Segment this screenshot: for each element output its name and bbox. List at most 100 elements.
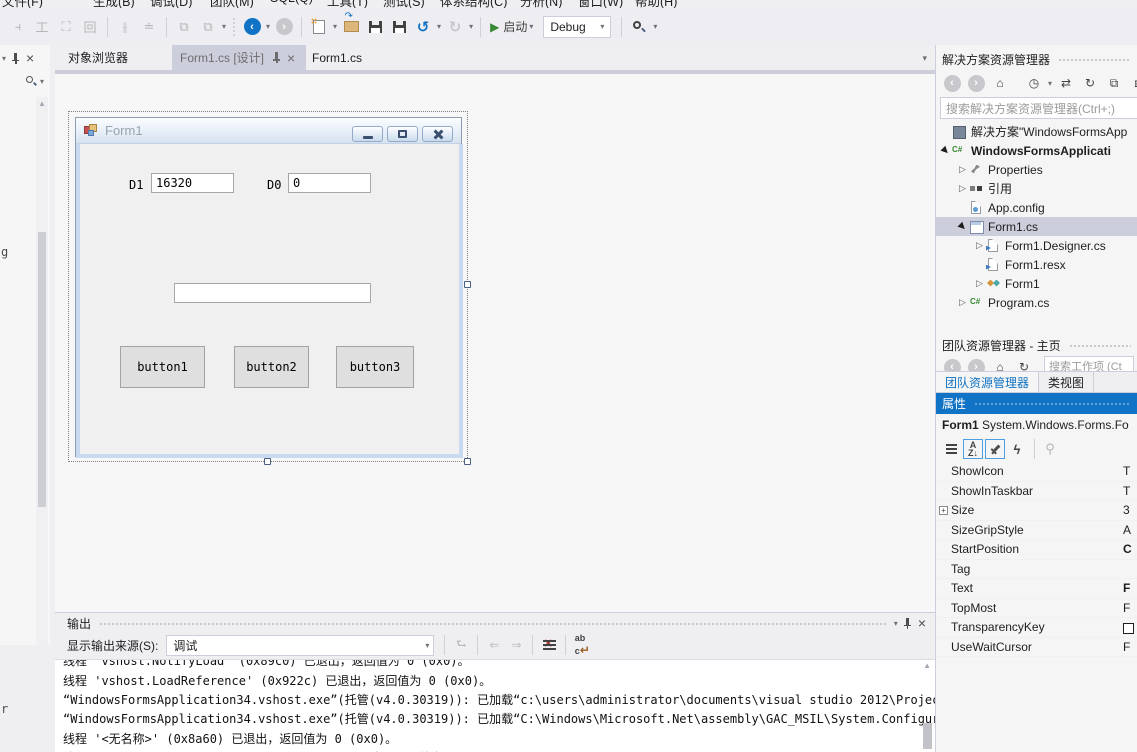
solution-config-combo[interactable]: Debug ▾ <box>543 16 611 38</box>
solution-explorer-search-input[interactable]: 搜索解决方案资源管理器(Ctrl+;) <box>940 97 1137 119</box>
property-expander-gutter[interactable]: + <box>936 505 951 515</box>
next-message-icon[interactable]: ⇒ <box>506 635 526 655</box>
team-explorer-header[interactable]: 团队资源管理器 - 主页 <box>936 335 1137 356</box>
undo-button[interactable]: ↺ <box>412 16 434 38</box>
goto-message-icon[interactable]: ⮑ <box>451 635 471 655</box>
panel-menu-chevron[interactable]: ▾ <box>894 619 898 628</box>
scroll-up-icon[interactable]: ▲ <box>38 99 46 108</box>
form-close-button[interactable] <box>422 126 453 142</box>
make-same-size-icon[interactable]: ⧉ <box>173 16 195 38</box>
panel-menu-chevron[interactable]: ▾ <box>2 54 6 63</box>
textbox-result[interactable] <box>174 283 371 303</box>
panel-drag-grip[interactable] <box>1069 344 1131 349</box>
new-item-button[interactable] <box>308 16 330 38</box>
tree-expander-icon[interactable]: ▷ <box>974 240 985 251</box>
space-vertical-icon[interactable]: ≐ <box>138 16 160 38</box>
toolbar-grip[interactable] <box>232 17 236 37</box>
property-row-Tag[interactable]: Tag <box>936 560 1137 580</box>
property-row-Text[interactable]: TextF <box>936 579 1137 599</box>
document-tab-Form1.cs [设计][interactable]: Form1.cs [设计]× <box>172 45 306 70</box>
pending-changes-icon[interactable]: ◷ <box>1023 72 1045 94</box>
document-tab-Form1.cs[interactable]: Form1.cs <box>304 45 374 70</box>
resize-handle-right[interactable] <box>464 281 471 288</box>
toolbar-overflow-chevron[interactable]: ▾ <box>653 22 657 31</box>
menu-item-窗口(W)[interactable]: 窗口(W) <box>578 0 623 8</box>
save-all-button[interactable] <box>388 16 410 38</box>
collapse-all-icon[interactable]: ⧉ <box>1103 72 1125 94</box>
tree-item-App.config[interactable]: App.config <box>936 198 1137 217</box>
size-both-icon[interactable]: ⧉ <box>197 16 219 38</box>
tree-item-Form1.cs[interactable]: ▶Form1.cs <box>936 217 1137 236</box>
panel-drag-grip[interactable] <box>1058 58 1131 63</box>
te-forward-button[interactable]: › <box>965 356 987 371</box>
pending-changes-dropdown[interactable]: ▾ <box>1048 79 1052 88</box>
alphabetical-sort-button[interactable]: AZ↓ <box>963 439 983 459</box>
redo-button[interactable]: ↻ <box>444 16 466 38</box>
menu-item-团队(M)[interactable]: 团队(M) <box>210 0 254 8</box>
start-debug-button[interactable]: ▶ 启动 ▾ <box>487 16 538 38</box>
space-horizontal-icon[interactable]: ⫲ <box>114 16 136 38</box>
tree-item-Form1[interactable]: ▷Form1 <box>936 274 1137 293</box>
menu-item-帮助(H)[interactable]: 帮助(H) <box>635 0 677 8</box>
refresh-icon[interactable]: ↻ <box>1013 356 1035 371</box>
tree-expander-icon[interactable]: ▷ <box>974 278 985 289</box>
size-to-grid-icon[interactable]: ⛶ <box>55 16 77 38</box>
property-value[interactable]: C <box>1123 542 1137 556</box>
form-maximize-button[interactable] <box>387 126 418 142</box>
search-dropdown[interactable]: ▾ <box>40 77 44 86</box>
toolbar-overflow-chevron[interactable]: ▾ <box>222 22 226 31</box>
navigate-back-dropdown[interactable]: ▾ <box>266 22 270 31</box>
expand-plus-icon[interactable]: + <box>939 506 948 515</box>
pin-icon[interactable] <box>11 53 20 64</box>
start-dropdown[interactable]: ▾ <box>529 22 533 31</box>
tree-item-引用[interactable]: ▷引用 <box>936 179 1137 198</box>
undo-dropdown[interactable]: ▾ <box>437 22 441 31</box>
menu-item-体系结构(C)[interactable]: 体系结构(C) <box>440 0 507 8</box>
left-panel-scrollbar[interactable]: ▲ <box>36 97 48 645</box>
find-in-files-icon[interactable] <box>628 16 650 38</box>
property-row-ShowInTaskbar[interactable]: ShowInTaskbarT <box>936 482 1137 502</box>
home-icon[interactable]: ⌂ <box>989 72 1011 94</box>
property-row-SizeGripStyle[interactable]: SizeGripStyleA <box>936 521 1137 541</box>
align-left-icon[interactable]: ⫞ <box>7 16 29 38</box>
close-icon[interactable]: × <box>918 618 926 628</box>
se-forward-button[interactable]: › <box>965 72 987 94</box>
show-all-files-icon[interactable]: ⧈ <box>1127 72 1137 94</box>
form-minimize-button[interactable] <box>352 126 383 142</box>
clear-all-icon[interactable] <box>539 635 559 655</box>
panel-drag-grip[interactable] <box>99 622 886 627</box>
tree-item-Properties[interactable]: ▷Properties <box>936 160 1137 179</box>
tree-expander-icon[interactable]: ▷ <box>957 297 968 308</box>
tree-expander-icon[interactable]: ▶ <box>955 219 971 235</box>
properties-header[interactable]: 属性 <box>936 393 1137 414</box>
word-wrap-icon[interactable]: abc <box>572 635 592 655</box>
property-value[interactable]: A <box>1123 523 1137 537</box>
property-row-TransparencyKey[interactable]: TransparencyKey <box>936 618 1137 638</box>
previous-message-icon[interactable]: ⇐ <box>484 635 504 655</box>
scroll-up-icon[interactable]: ▲ <box>923 661 931 670</box>
menu-item-分析(N)[interactable]: 分析(N) <box>520 0 562 8</box>
pin-icon[interactable] <box>903 618 912 629</box>
events-button[interactable]: ϟ <box>1007 439 1027 459</box>
label-d0[interactable]: D0 <box>267 178 281 192</box>
save-button[interactable] <box>364 16 386 38</box>
button1[interactable]: button1 <box>120 346 205 388</box>
property-value[interactable]: F <box>1123 601 1137 615</box>
output-source-combo[interactable]: 调试 ▾ <box>166 635 434 656</box>
textbox-d1[interactable]: 16320 <box>151 173 234 193</box>
close-icon[interactable]: × <box>26 53 34 63</box>
menu-item-SQL(Q)[interactable]: SQL(Q) <box>270 0 313 5</box>
solution-explorer-header[interactable]: 解决方案资源管理器 <box>936 49 1137 70</box>
designer-surface[interactable]: Form1 D1 16320 D0 0 button1 button2 butt… <box>55 74 935 612</box>
label-d1[interactable]: D1 <box>129 178 143 192</box>
property-row-Size[interactable]: +Size3 <box>936 501 1137 521</box>
open-file-button[interactable] <box>340 16 362 38</box>
menu-item-测试(S)[interactable]: 测试(S) <box>383 0 425 8</box>
align-center-icon[interactable]: 工 <box>31 16 53 38</box>
property-value[interactable] <box>1123 620 1137 634</box>
tab-close-icon[interactable]: × <box>287 53 295 63</box>
resize-handle-corner[interactable] <box>464 458 471 465</box>
panel-tab-类视图[interactable]: 类视图 <box>1039 372 1094 392</box>
scrollbar-thumb[interactable] <box>38 232 46 507</box>
property-pages-button[interactable]: ⚲ <box>1040 439 1060 459</box>
